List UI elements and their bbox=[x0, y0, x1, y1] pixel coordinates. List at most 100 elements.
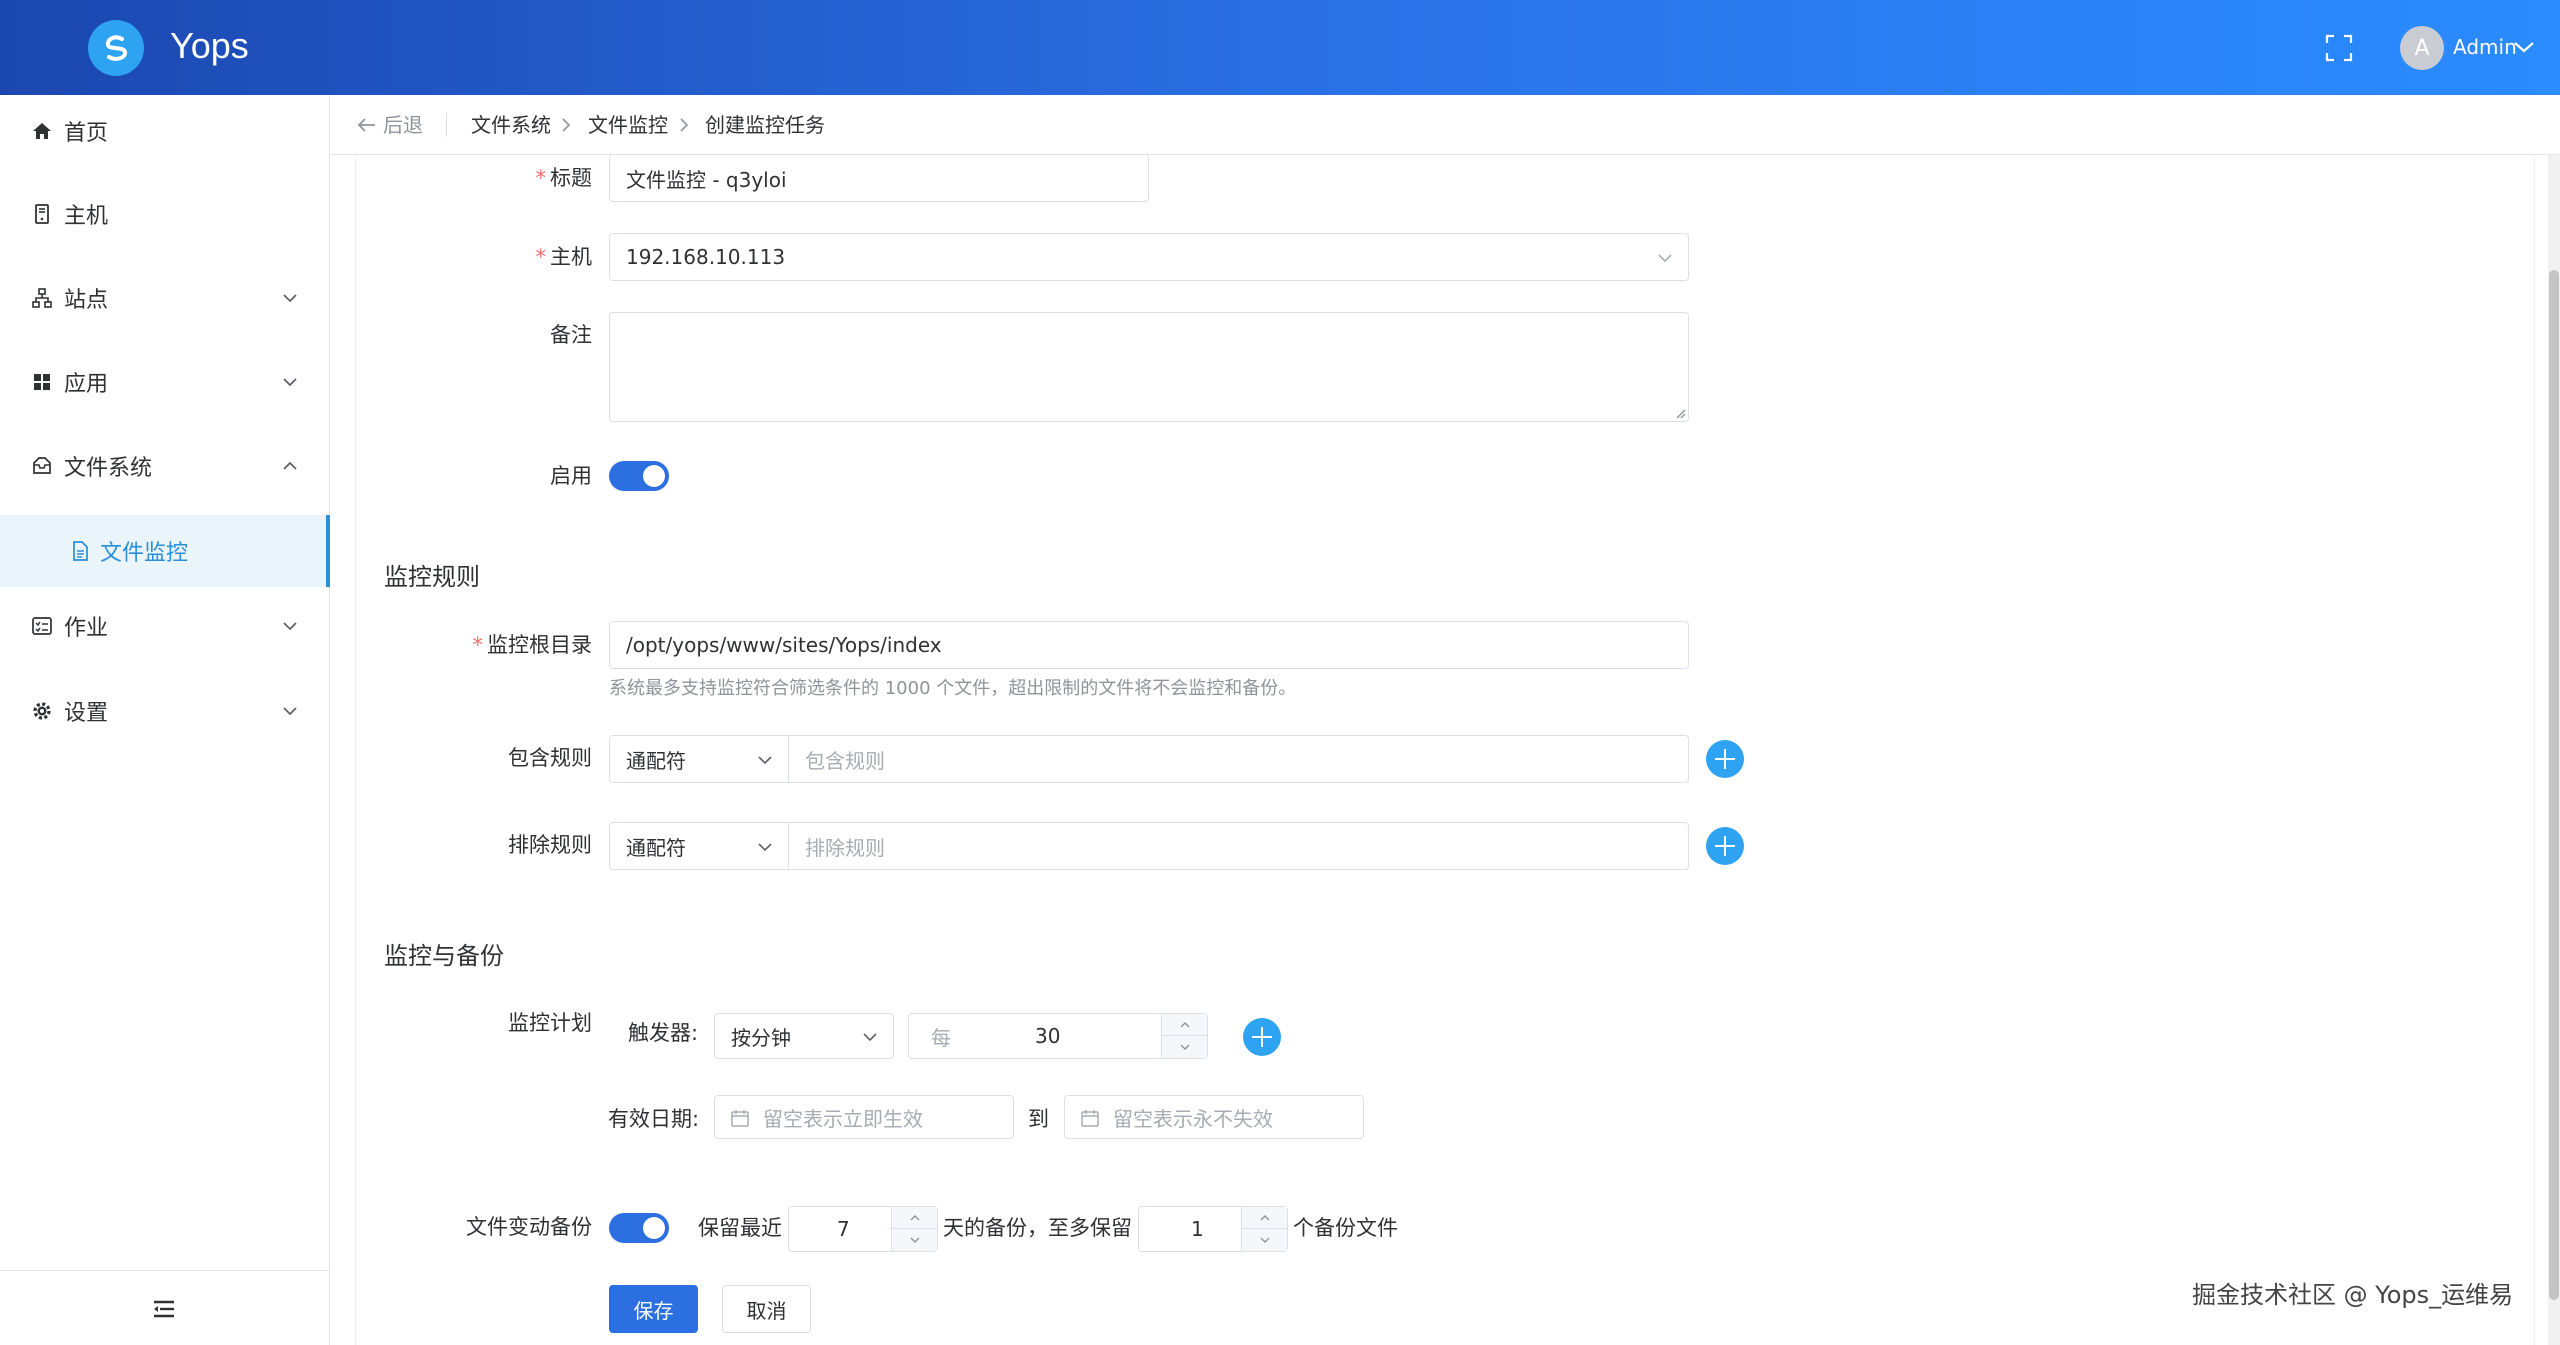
root-dir-hint: 系统最多支持监控符合筛选条件的 1000 个文件，超出限制的文件将不会监控和备份… bbox=[609, 678, 1297, 699]
server-icon bbox=[30, 202, 54, 226]
keep-count-stepper-controls bbox=[1241, 1207, 1288, 1251]
back-link[interactable]: 后退 bbox=[383, 112, 423, 138]
increase-button[interactable] bbox=[1162, 1014, 1208, 1036]
task-list-icon bbox=[30, 614, 54, 638]
title-label: * 标题 bbox=[535, 166, 593, 190]
breadcrumb: 后退 文件系统 文件监控 创建监控任务 bbox=[331, 95, 2560, 155]
host-select-value: 192.168.10.113 bbox=[626, 245, 786, 269]
sidebar-item-file-monitor[interactable]: 文件监控 bbox=[0, 515, 330, 587]
folder-lock-icon bbox=[30, 454, 54, 478]
sidebar-item-label: 首页 bbox=[64, 121, 109, 146]
decrease-button[interactable] bbox=[1162, 1036, 1208, 1058]
include-rule-label: 包含规则 bbox=[508, 746, 592, 770]
calendar-icon bbox=[731, 1110, 749, 1127]
decrease-button[interactable] bbox=[892, 1229, 938, 1251]
enable-switch[interactable] bbox=[609, 461, 669, 491]
exclude-rule-label: 排除规则 bbox=[508, 833, 592, 857]
sidebar: 首页 主机 站点 应用 文件系统 文件监控 作业 设置 bbox=[0, 95, 330, 1345]
sidebar-item-filesystem[interactable]: 文件系统 bbox=[0, 430, 330, 502]
app-logo[interactable] bbox=[88, 20, 144, 76]
exclude-rule-input[interactable]: 排除规则 bbox=[789, 822, 1689, 870]
sidebar-item-label: 作业 bbox=[64, 616, 109, 641]
chevron-down-icon bbox=[910, 1237, 920, 1243]
chevron-down-icon bbox=[283, 378, 297, 387]
breadcrumb-item-file-monitor[interactable]: 文件监控 bbox=[588, 112, 668, 138]
top-header: Yops A Admin bbox=[0, 0, 2560, 95]
keep-days-stepper[interactable]: 7 bbox=[788, 1206, 938, 1252]
add-include-rule-button[interactable] bbox=[1706, 740, 1744, 778]
increase-button[interactable] bbox=[892, 1207, 938, 1229]
backup-label: 文件变动备份 bbox=[466, 1215, 592, 1239]
host-label: * 主机 bbox=[535, 245, 593, 269]
apps-icon bbox=[30, 370, 54, 394]
include-rule-input[interactable]: 包含规则 bbox=[789, 735, 1689, 783]
days-suffix: 天的备份，至多保留 bbox=[943, 1216, 1132, 1240]
start-date-placeholder: 留空表示立即生效 bbox=[763, 1106, 923, 1131]
sidebar-item-jobs[interactable]: 作业 bbox=[0, 590, 330, 662]
scrollbar-thumb[interactable] bbox=[2549, 270, 2559, 1300]
exclude-type-select[interactable]: 通配符 bbox=[609, 822, 789, 870]
chevron-down-icon bbox=[283, 707, 297, 716]
breadcrumb-item-filesystem[interactable]: 文件系统 bbox=[471, 112, 551, 138]
sidebar-item-label: 站点 bbox=[64, 288, 109, 313]
keep-recent-prefix: 保留最近 bbox=[698, 1216, 782, 1240]
interval-stepper-controls bbox=[1161, 1014, 1208, 1058]
end-date-placeholder: 留空表示永不失效 bbox=[1113, 1106, 1273, 1131]
breadcrumb-item-create-task: 创建监控任务 bbox=[705, 113, 825, 137]
home-icon bbox=[30, 119, 54, 143]
required-mark: * bbox=[535, 166, 547, 190]
keep-count-value[interactable]: 1 bbox=[1191, 1217, 1204, 1241]
start-date-input[interactable]: 留空表示立即生效 bbox=[714, 1095, 1014, 1139]
sidebar-item-apps[interactable]: 应用 bbox=[0, 346, 330, 418]
end-date-input[interactable]: 留空表示永不失效 bbox=[1064, 1095, 1364, 1139]
sitemap-icon bbox=[30, 286, 54, 310]
exclude-type-value: 通配符 bbox=[626, 835, 686, 860]
keep-count-stepper[interactable]: 1 bbox=[1138, 1206, 1288, 1252]
trigger-select[interactable]: 按分钟 bbox=[714, 1013, 894, 1059]
include-type-value: 通配符 bbox=[626, 748, 686, 773]
chevron-right-icon bbox=[680, 118, 689, 132]
menu-collapse-icon[interactable] bbox=[152, 1298, 176, 1320]
add-schedule-button[interactable] bbox=[1243, 1018, 1281, 1056]
rules-section-title: 监控规则 bbox=[384, 563, 480, 591]
keep-days-value[interactable]: 7 bbox=[837, 1217, 850, 1241]
increase-button[interactable] bbox=[1242, 1207, 1288, 1229]
sidebar-item-site[interactable]: 站点 bbox=[0, 262, 330, 334]
schedule-label: 监控计划 bbox=[508, 1011, 592, 1035]
cancel-button[interactable]: 取消 bbox=[722, 1285, 811, 1333]
fullscreen-icon[interactable] bbox=[2325, 34, 2353, 62]
chevron-down-icon bbox=[1180, 1044, 1190, 1050]
backup-switch[interactable] bbox=[609, 1213, 669, 1243]
remark-textarea[interactable] bbox=[609, 312, 1689, 422]
host-select[interactable]: 192.168.10.113 bbox=[609, 233, 1689, 281]
sidebar-footer bbox=[0, 1270, 330, 1345]
root-dir-input[interactable]: /opt/yops/www/sites/Yops/index bbox=[609, 621, 1689, 669]
chevron-down-icon bbox=[283, 294, 297, 303]
arrow-left-icon[interactable] bbox=[357, 117, 377, 133]
required-mark: * bbox=[472, 633, 484, 657]
chevron-down-icon[interactable] bbox=[2512, 38, 2536, 56]
save-button[interactable]: 保存 bbox=[609, 1285, 698, 1333]
sidebar-item-home[interactable]: 首页 bbox=[0, 95, 330, 167]
sidebar-item-host[interactable]: 主机 bbox=[0, 178, 330, 250]
chevron-down-icon bbox=[758, 756, 772, 765]
valid-date-label: 有效日期: bbox=[608, 1107, 700, 1131]
chevron-down-icon bbox=[1260, 1237, 1270, 1243]
file-icon bbox=[68, 539, 92, 563]
title-input[interactable]: 文件监控 - q3yloi bbox=[609, 154, 1149, 202]
interval-prefix: 每 bbox=[931, 1025, 951, 1050]
avatar[interactable]: A bbox=[2400, 26, 2444, 70]
count-suffix: 个备份文件 bbox=[1293, 1216, 1398, 1240]
resize-handle-icon[interactable] bbox=[1674, 407, 1686, 419]
interval-value[interactable]: 30 bbox=[1035, 1024, 1060, 1048]
include-type-select[interactable]: 通配符 bbox=[609, 735, 789, 783]
username[interactable]: Admin bbox=[2453, 32, 2517, 62]
sidebar-item-settings[interactable]: 设置 bbox=[0, 675, 330, 747]
add-exclude-rule-button[interactable] bbox=[1706, 827, 1744, 865]
sidebar-item-label: 文件监控 bbox=[100, 541, 189, 566]
sidebar-item-label: 主机 bbox=[64, 204, 109, 229]
calendar-icon bbox=[1081, 1110, 1099, 1127]
trigger-value: 按分钟 bbox=[731, 1025, 791, 1050]
interval-stepper[interactable]: 每 30 bbox=[908, 1013, 1208, 1059]
decrease-button[interactable] bbox=[1242, 1229, 1288, 1251]
